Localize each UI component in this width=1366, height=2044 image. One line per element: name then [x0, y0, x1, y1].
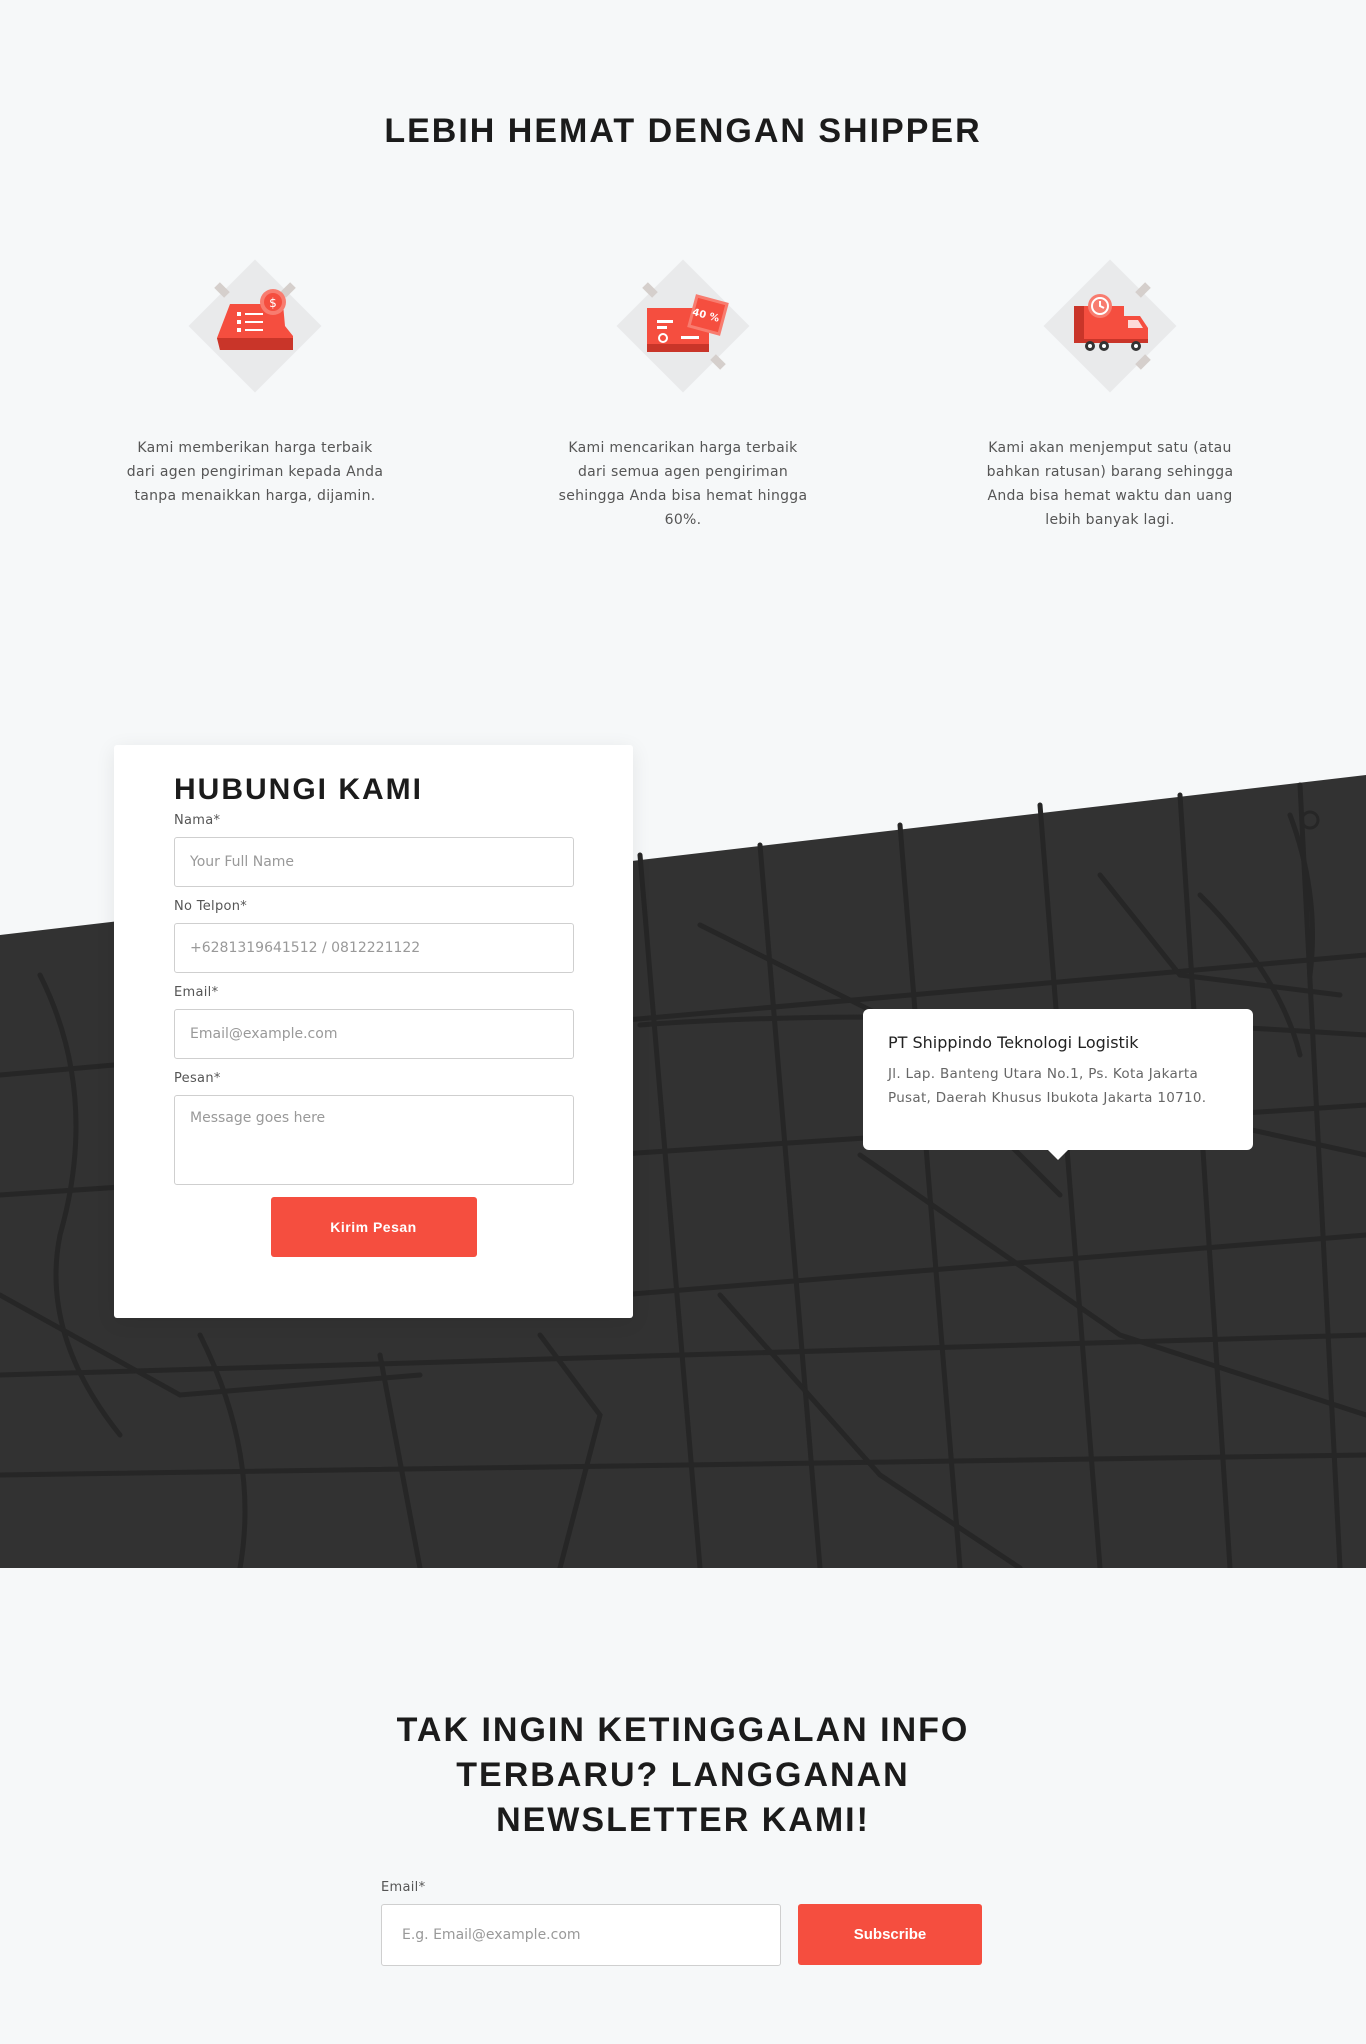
- email-input[interactable]: [174, 1009, 574, 1059]
- phone-input[interactable]: [174, 923, 574, 973]
- newsletter-title-line: TAK INGIN KETINGGALAN INFO: [396, 1711, 970, 1749]
- contact-title: HUBUNGI KAMI: [174, 773, 423, 806]
- feature-text: Kami memberikan harga terbaik dari agen …: [126, 440, 384, 504]
- newsletter-email-input[interactable]: [381, 1904, 781, 1966]
- company-name: PT Shippindo Teknologi Logistik: [888, 1033, 1139, 1052]
- company-address: Jl. Lap. Banteng Utara No.1, Ps. Kota Ja…: [888, 1066, 1207, 1106]
- features-title: LEBIH HEMAT DENGAN SHIPPER: [384, 112, 982, 150]
- name-label: Nama*: [174, 813, 221, 828]
- svg-text:$: $: [269, 296, 277, 310]
- contact-form-card: HUBUNGI KAMI Nama* No Telpon* Email* Pes…: [114, 745, 633, 1318]
- subscribe-button[interactable]: Subscribe: [798, 1904, 982, 1965]
- message-label: Pesan*: [174, 1071, 221, 1086]
- delivery-truck-icon: [1030, 246, 1190, 406]
- name-input[interactable]: [174, 837, 574, 887]
- message-textarea[interactable]: [174, 1095, 574, 1185]
- feature-item: Kami akan menjemput satu (atau bahkan ra…: [980, 246, 1240, 532]
- newsletter-email-label: Email*: [381, 1880, 426, 1895]
- newsletter-title: TAK INGIN KETINGGALAN INFO TERBARU? LANG…: [0, 1708, 1366, 1843]
- newsletter-title-line: TERBARU? LANGGANAN: [456, 1756, 910, 1794]
- email-label: Email*: [174, 985, 219, 1000]
- phone-label: No Telpon*: [174, 899, 248, 914]
- send-message-button[interactable]: Kirim Pesan: [270, 1197, 477, 1257]
- feature-text: Kami akan menjemput satu (atau bahkan ra…: [986, 440, 1234, 528]
- location-info-bubble: PT Shippindo Teknologi Logistik Jl. Lap.…: [863, 1009, 1253, 1160]
- feature-text: Kami mencarikan harga terbaik dari semua…: [558, 440, 808, 528]
- price-tag-icon: $: [175, 246, 335, 406]
- feature-item: $ Kami memberikan harga terbaik dari age…: [125, 246, 385, 508]
- newsletter-title-line: NEWSLETTER KAMI!: [496, 1801, 870, 1839]
- feature-item: 40 % Kami mencarikan harga terbaik dari …: [553, 246, 813, 532]
- newsletter-form: Email* Subscribe: [381, 1880, 1001, 1966]
- discount-voucher-icon: 40 %: [603, 246, 763, 406]
